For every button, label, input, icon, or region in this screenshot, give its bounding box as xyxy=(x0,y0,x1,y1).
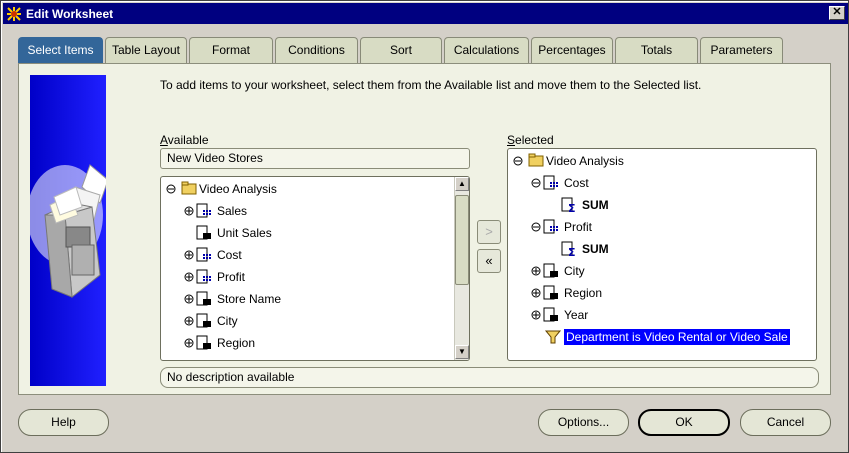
ok-button[interactable]: OK xyxy=(638,409,730,436)
tab-totals[interactable]: Totals xyxy=(615,37,698,63)
options-button[interactable]: Options... xyxy=(538,409,629,436)
selected-item-region[interactable]: Region xyxy=(530,284,602,302)
business-area-field[interactable]: New Video Stores xyxy=(160,148,470,169)
scroll-down-icon[interactable]: ▼ xyxy=(455,345,469,359)
add-item-button[interactable]: > xyxy=(477,220,501,244)
item-icon xyxy=(531,285,558,300)
file-cabinet-icon xyxy=(30,164,106,298)
numeric-item-icon xyxy=(184,203,211,218)
svg-text:Σ: Σ xyxy=(568,246,576,258)
tab-percentages[interactable]: Percentages xyxy=(531,37,613,63)
available-scrollbar[interactable]: ▲ ▼ xyxy=(454,177,469,360)
available-label: Available xyxy=(160,133,209,147)
tab-format[interactable]: Format xyxy=(189,37,273,63)
tab-parameters[interactable]: Parameters xyxy=(700,37,783,63)
window-title: Edit Worksheet xyxy=(26,6,114,21)
svg-text:Σ: Σ xyxy=(568,202,576,214)
tab-sort[interactable]: Sort xyxy=(360,37,442,63)
selected-item-profit[interactable]: Profit xyxy=(530,218,592,236)
selected-tree[interactable]: Video Analysis Cost Σ SUM Profit Σ SUM C… xyxy=(507,148,817,361)
tab-calculations[interactable]: Calculations xyxy=(444,37,529,63)
selected-item-year[interactable]: Year xyxy=(530,306,588,324)
help-button[interactable]: Help xyxy=(18,409,109,436)
tree-item-city[interactable]: City xyxy=(183,312,238,330)
instruction-text: To add items to your worksheet, select t… xyxy=(160,78,702,92)
tab-conditions[interactable]: Conditions xyxy=(275,37,358,63)
description-field: No description available xyxy=(160,367,819,388)
item-icon xyxy=(184,313,211,328)
selected-label: Selected xyxy=(507,133,554,147)
filter-icon xyxy=(544,330,562,344)
tab-table-layout[interactable]: Table Layout xyxy=(105,37,187,63)
folder-icon xyxy=(513,153,544,167)
remove-item-button[interactable]: « xyxy=(477,249,501,273)
sum-icon: Σ xyxy=(561,241,576,258)
app-icon xyxy=(7,6,21,21)
item-icon xyxy=(531,307,558,322)
title-bar: Edit Worksheet ✕ xyxy=(3,3,848,24)
available-tree[interactable]: Video Analysis Sales Unit Sales Cost Pro… xyxy=(160,176,470,361)
close-icon[interactable]: ✕ xyxy=(829,6,845,20)
wizard-illustration xyxy=(30,75,106,386)
numeric-item-icon xyxy=(184,247,211,262)
tab-select-items[interactable]: Select Items xyxy=(18,37,103,64)
selected-item-cost[interactable]: Cost xyxy=(530,174,589,192)
folder-icon xyxy=(166,181,197,195)
numeric-item-icon xyxy=(184,269,211,284)
selected-item-condition[interactable]: Department is Video Rental or Video Sale xyxy=(530,328,790,346)
numeric-item-icon xyxy=(531,219,558,234)
tree-item-store-name[interactable]: Store Name xyxy=(183,290,281,308)
scroll-up-icon[interactable]: ▲ xyxy=(455,177,469,191)
numeric-item-icon xyxy=(531,175,558,190)
item-icon xyxy=(196,225,211,240)
item-icon xyxy=(531,263,558,278)
item-icon xyxy=(184,291,211,306)
tree-item-region[interactable]: Region xyxy=(183,334,255,352)
tree-item-unit-sales[interactable]: Unit Sales xyxy=(183,224,272,242)
selected-item-video-analysis[interactable]: Video Analysis xyxy=(512,152,624,170)
tree-item-sales[interactable]: Sales xyxy=(183,202,247,220)
tree-item-cost[interactable]: Cost xyxy=(183,246,242,264)
scroll-thumb[interactable] xyxy=(455,195,469,285)
tree-item-video-analysis[interactable]: Video Analysis xyxy=(165,180,277,198)
selected-item-city[interactable]: City xyxy=(530,262,585,280)
tree-item-profit[interactable]: Profit xyxy=(183,268,245,286)
sum-icon: Σ xyxy=(561,197,576,214)
cancel-button[interactable]: Cancel xyxy=(740,409,831,436)
selected-item-cost-sum[interactable]: Σ SUM xyxy=(548,196,609,214)
item-icon xyxy=(184,335,211,350)
selected-item-profit-sum[interactable]: Σ SUM xyxy=(548,240,609,258)
